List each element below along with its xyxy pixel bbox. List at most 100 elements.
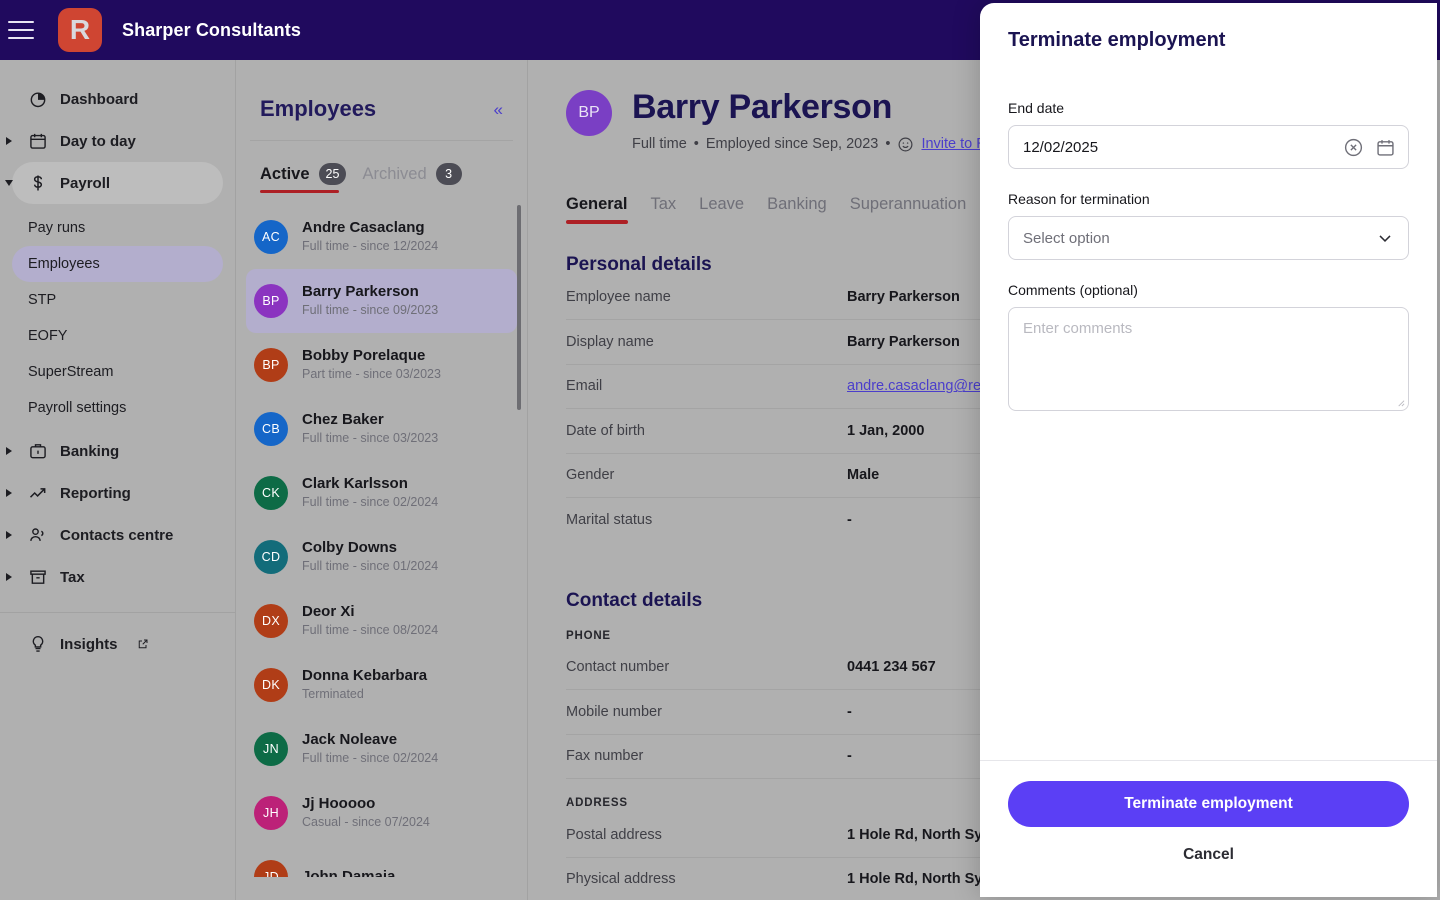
row-value: Male	[847, 467, 880, 484]
list-item[interactable]: BP Barry Parkerson Full time - since 09/20…	[246, 269, 517, 333]
list-item[interactable]: CB Chez Baker Full time - since 03/2023	[246, 397, 517, 461]
hamburger-icon[interactable]	[8, 21, 34, 39]
row-value: 1 Hole Rd, North Syd	[847, 826, 992, 843]
app-logo[interactable]: R	[58, 8, 102, 52]
sidebar-subitem-payroll-settings[interactable]: Payroll settings	[12, 390, 223, 426]
avatar: BP	[566, 90, 612, 136]
modal-title: Terminate employment	[1008, 29, 1226, 51]
tab-label: Archived	[362, 164, 427, 183]
sidebar-subitem-superstream[interactable]: SuperStream	[12, 354, 223, 390]
cancel-button[interactable]: Cancel	[1008, 835, 1409, 875]
list-item[interactable]: BP Bobby Porelaque Part time - since 03/20…	[246, 333, 517, 397]
row-value: 1 Hole Rd, North Syd	[847, 871, 992, 888]
list-item-subtitle: Terminated	[302, 687, 364, 702]
row-label: Fax number	[566, 748, 644, 765]
smiley-face-icon	[898, 137, 913, 152]
avatar-initials: BP	[262, 294, 280, 308]
sidebar-subitem-label: EOFY	[28, 328, 68, 344]
tab-banking[interactable]: Banking	[767, 195, 827, 227]
clear-circle-icon[interactable]	[1342, 136, 1364, 158]
tab-archived[interactable]: Archived 3	[362, 163, 462, 197]
sidebar-item-payroll[interactable]: Payroll	[5, 162, 223, 204]
modal-body: End date 12/02/2025 Reason for terminati…	[980, 52, 1437, 760]
avatar: CB	[254, 412, 288, 446]
sidebar-subitem-employees[interactable]: Employees	[12, 246, 223, 282]
sidebar-item-tax[interactable]: Tax	[6, 556, 223, 598]
list-item[interactable]: JH Jj Hooooo Casual - since 07/2024	[246, 781, 517, 845]
list-item[interactable]: JN Jack Noleave Full time - since 02/2024	[246, 717, 517, 781]
tab-superannuation[interactable]: Superannuation	[850, 195, 967, 227]
list-item-subtitle: Full time - since 03/2023	[302, 431, 439, 446]
panel-title: Employees	[260, 96, 377, 121]
tab-active[interactable]: Active 25	[260, 163, 347, 197]
avatar-initials: BP	[262, 358, 280, 372]
comments-textarea[interactable]: Enter comments	[1008, 307, 1409, 411]
employees-list-panel: Employees « Active 25 Archived 3 AC Andre…	[236, 60, 528, 900]
chevron-down-icon[interactable]	[1374, 227, 1396, 249]
sidebar-item-label: Dashboard	[60, 90, 139, 108]
list-item-subtitle: Full time - since 01/2024	[302, 559, 439, 574]
terminate-employment-modal: Terminate employment End date 12/02/2025…	[980, 3, 1437, 897]
list-item-name: Chez Baker	[302, 410, 384, 428]
chevron-down-icon	[5, 180, 13, 186]
list-item-name: Jack Noleave	[302, 730, 398, 748]
row-value: Barry Parkerson	[847, 333, 960, 350]
sidebar-item-dashboard[interactable]: Dashboard	[12, 78, 223, 120]
avatar-initials: BP	[578, 104, 600, 121]
resize-handle-icon[interactable]	[1396, 398, 1405, 407]
sidebar-item-insights[interactable]: Insights	[12, 623, 223, 665]
calendar-icon[interactable]	[1374, 136, 1396, 158]
calendar-icon	[30, 133, 46, 149]
row-value: -	[847, 512, 852, 529]
avatar: CD	[254, 540, 288, 574]
avatar-initials: JN	[263, 742, 279, 756]
row-value: -	[847, 703, 852, 720]
tab-general[interactable]: General	[566, 195, 627, 227]
list-item[interactable]: CK Clark Karlsson Full time - since 02/202…	[246, 461, 517, 525]
list-item[interactable]: DX Deor Xi Full time - since 08/2024	[246, 589, 517, 653]
end-date-field[interactable]: 12/02/2025	[1008, 125, 1409, 169]
employees-panel-header: Employees «	[236, 60, 527, 122]
modal-footer: Terminate employment Cancel	[980, 760, 1437, 897]
list-item[interactable]: AC Andre Casaclang Full time - since 12/20…	[246, 205, 517, 269]
employees-tabs: Active 25 Archived 3	[236, 141, 527, 197]
chevron-right-icon	[6, 531, 12, 539]
list-item[interactable]: JD John Damaia	[246, 845, 517, 877]
sidebar-item-label: Tax	[60, 568, 85, 586]
sidebar-subitem-label: Payroll settings	[28, 400, 127, 416]
reason-select[interactable]: Select option	[1008, 216, 1409, 260]
people-icon	[30, 528, 44, 541]
tab-count-badge: 25	[318, 163, 347, 185]
row-value: 1 Jan, 2000	[847, 422, 925, 439]
sidebar-item-banking[interactable]: Banking	[6, 430, 223, 472]
avatar-initials: CD	[261, 550, 281, 564]
row-value: -	[847, 748, 852, 765]
row-value[interactable]: andre.casaclang@re	[847, 378, 981, 394]
organisation-name: Sharper Consultants	[122, 19, 301, 40]
sidebar-subitem-eofy[interactable]: EOFY	[12, 318, 223, 354]
avatar-initials: JH	[263, 806, 279, 820]
chevron-double-left-icon[interactable]: «	[494, 101, 503, 118]
list-item[interactable]: DK Donna Kebarbara Terminated	[246, 653, 517, 717]
avatar-initials: AC	[262, 230, 280, 244]
sidebar-item-reporting[interactable]: Reporting	[6, 472, 223, 514]
scrollbar-thumb[interactable]	[517, 205, 521, 410]
row-label: Postal address	[566, 826, 662, 843]
avatar: JN	[254, 732, 288, 766]
sidebar-item-contacts-centre[interactable]: Contacts centre	[6, 514, 223, 556]
sidebar-subitem-label: SuperStream	[28, 364, 114, 380]
list-item-subtitle: Full time - since 02/2024	[302, 495, 439, 510]
row-label: Employee name	[566, 289, 671, 306]
row-label: Display name	[566, 333, 654, 350]
list-item[interactable]: CD Colby Downs Full time - since 01/2024	[246, 525, 517, 589]
reason-placeholder: Select option	[1023, 229, 1110, 247]
sidebar-subitem-pay-runs[interactable]: Pay runs	[12, 210, 223, 246]
list-item-name: Colby Downs	[302, 538, 398, 556]
sidebar-subitem-stp[interactable]: STP	[12, 282, 223, 318]
tab-tax[interactable]: Tax	[650, 195, 676, 227]
end-date-label: End date	[1008, 100, 1065, 116]
sidebar-divider	[0, 612, 235, 613]
terminate-employment-button[interactable]: Terminate employment	[1008, 781, 1409, 827]
sidebar-item-day-to-day[interactable]: Day to day	[6, 120, 223, 162]
tab-leave[interactable]: Leave	[699, 195, 744, 227]
